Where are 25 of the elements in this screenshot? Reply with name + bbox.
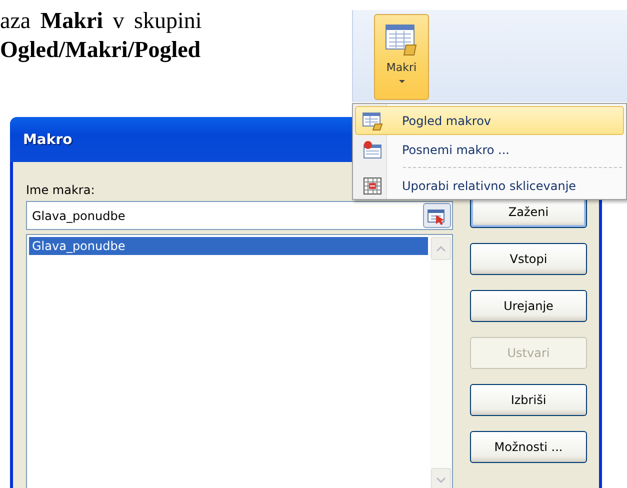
field-label: Ime makra:	[26, 183, 95, 199]
macro-name-field[interactable]: Glava_ponudbe	[26, 201, 453, 230]
dialog-button[interactable]: Izbriši	[470, 384, 587, 416]
collapse-dialog-icon[interactable]	[423, 203, 451, 228]
macro-list-item[interactable]: Glava_ponudbe	[29, 237, 428, 255]
table-sheet-icon	[362, 110, 384, 130]
menu-item-label: Uporabi relativno sklicevanje	[402, 178, 576, 192]
record-sheet-icon	[362, 140, 384, 160]
dialog-button[interactable]: Možnosti ...	[470, 431, 587, 463]
document-text: Ogled/Makri/Pogled	[0, 36, 201, 64]
scroll-down-icon[interactable]	[431, 468, 451, 488]
menu-item-label: Posnemi makro ...	[402, 142, 510, 156]
caret-icon	[398, 80, 404, 83]
dialog-button[interactable]: Vstopi	[470, 243, 587, 275]
document-text: aza Makri v skupini	[0, 7, 202, 35]
menu-item[interactable]: Pogled makrov	[355, 106, 624, 135]
window-title: Makro	[23, 132, 72, 148]
menu-item[interactable]: Posnemi makro ...	[355, 135, 624, 164]
grid-icon	[362, 176, 384, 196]
dialog-button[interactable]: Urejanje	[470, 290, 587, 322]
menu-item-label: Pogled makrov	[402, 114, 492, 128]
macro-sheet-icon	[384, 23, 420, 57]
macros-button[interactable]: Makri	[374, 14, 429, 100]
scroll-bar[interactable]	[430, 235, 452, 488]
scroll-up-icon[interactable]	[431, 237, 451, 260]
